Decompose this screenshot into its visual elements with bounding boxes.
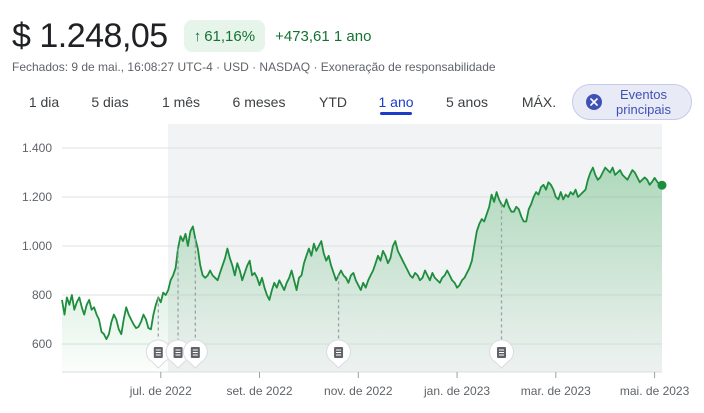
current-price: $ 1.248,05: [12, 16, 168, 55]
document-icon: [173, 347, 183, 358]
absolute-change: +473,61 1 ano: [275, 27, 372, 45]
active-tab-underline: [380, 112, 412, 115]
document-icon: [497, 347, 507, 358]
price-header: $ 1.248,05 ↑ 61,16% +473,61 1 ano: [12, 14, 371, 58]
document-icon: [153, 347, 163, 358]
y-tick-label: 600: [32, 337, 52, 351]
tab-6-meses[interactable]: 6 meses: [233, 94, 286, 110]
x-tick-label: nov. de 2022: [324, 384, 393, 398]
price-chart: 600 800 1.000 1.200 1.400 jul. de 2022 set. de…: [0, 124, 704, 408]
tab-máx[interactable]: MÁX.: [522, 94, 556, 110]
y-tick-label: 1.400: [22, 141, 52, 155]
x-tick-label: mai. de 2023: [620, 384, 690, 398]
price-chart-svg: 600 800 1.000 1.200 1.400 jul. de 2022 set. de…: [22, 124, 690, 398]
percent-change-badge: ↑ 61,16%: [183, 20, 266, 52]
last-price-dot: [657, 180, 667, 190]
x-tick-label: mar. de 2023: [521, 384, 591, 398]
close-icon: [586, 94, 602, 110]
tab-1-dia[interactable]: 1 dia: [29, 94, 59, 110]
y-tick-label: 1.200: [22, 190, 52, 204]
percent-change-value: 61,16%: [204, 27, 256, 45]
document-icon: [334, 347, 344, 358]
tab-ytd[interactable]: YTD: [319, 94, 347, 110]
tab-1-ano[interactable]: 1 ano: [378, 94, 413, 110]
key-events-button[interactable]: Eventos principais: [572, 84, 692, 120]
tab-5-dias[interactable]: 5 dias: [91, 94, 128, 110]
tab-5-anos[interactable]: 5 anos: [446, 94, 488, 110]
tab-1-mês[interactable]: 1 mês: [162, 94, 200, 110]
x-tick-label: jul. de 2022: [129, 384, 192, 398]
y-tick-label: 800: [32, 288, 52, 302]
x-tick-label: jan. de 2023: [423, 384, 490, 398]
document-icon: [190, 347, 200, 358]
market-info-line: Fechados: 9 de mai., 16:08:27 UTC-4 · US…: [12, 60, 496, 74]
key-events-label: Eventos principais: [616, 87, 671, 117]
x-tick-label: set. de 2022: [226, 384, 292, 398]
arrow-up-icon: ↑: [193, 27, 202, 45]
y-tick-label: 1.000: [22, 239, 52, 253]
